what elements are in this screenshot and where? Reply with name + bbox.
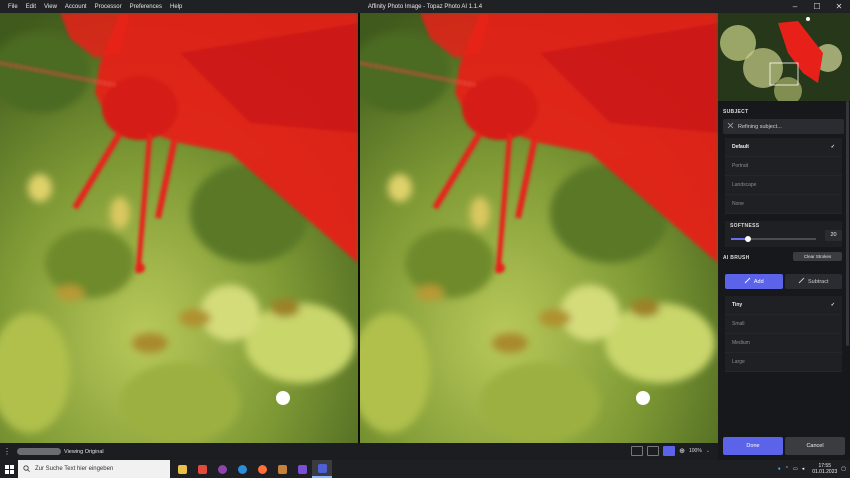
add-button[interactable]: Add: [725, 274, 783, 289]
panel-scrollbar[interactable]: [846, 101, 849, 346]
eraser-icon: [798, 277, 805, 286]
softness-value-input[interactable]: 20: [825, 230, 842, 241]
menu-edit[interactable]: Edit: [22, 4, 40, 10]
zoom-level[interactable]: 100%: [689, 448, 702, 454]
network-icon[interactable]: ▭: [793, 466, 798, 472]
app-icon-purple[interactable]: [212, 460, 232, 478]
original-photo: [0, 13, 358, 443]
window-controls: – ☐ ✕: [784, 0, 850, 13]
zoom-dropdown-icon[interactable]: ⌄: [706, 448, 710, 454]
menu-help[interactable]: Help: [166, 4, 186, 10]
search-placeholder: Zur Suche Text hier eingeben: [35, 466, 114, 472]
ai-brush-section-label: AI BRUSH: [723, 255, 750, 261]
brush-size-small[interactable]: Small: [725, 315, 842, 334]
taskbar-search[interactable]: Zur Suche Text hier eingeben: [18, 460, 170, 478]
system-tray: ● ⌃ ▭ ◂ 17:55 01.01.2023 ▢: [778, 460, 846, 478]
clear-strokes-button[interactable]: Clear Strokes: [793, 252, 842, 261]
edge-icon[interactable]: [232, 460, 252, 478]
store-icon[interactable]: [192, 460, 212, 478]
refining-text: Refining subject...: [738, 123, 782, 130]
windows-start-icon[interactable]: [0, 464, 18, 474]
topaz-photo-ai-icon[interactable]: [312, 460, 332, 478]
menu-view[interactable]: View: [40, 4, 61, 10]
pinned-apps: [172, 460, 332, 478]
softness-control: SOFTNESS 20: [725, 221, 842, 247]
viewing-label: Viewing Original: [64, 448, 104, 455]
subject-option-default[interactable]: Default ✓: [725, 138, 842, 157]
more-options-icon[interactable]: ⋮: [0, 447, 14, 456]
menu-account[interactable]: Account: [61, 4, 91, 10]
status-bar: ⋮ Viewing Original ⊕ 100% ⌄: [0, 443, 718, 460]
brush-icon: [744, 277, 751, 286]
done-button[interactable]: Done: [723, 437, 783, 455]
brush-size-large[interactable]: Large: [725, 353, 842, 372]
clock-date: 01.01.2023: [812, 469, 838, 475]
weather-icon[interactable]: ●: [778, 466, 781, 472]
single-view-icon[interactable]: [631, 446, 644, 456]
brush-size-options: Tiny ✓ Small Medium Large: [725, 296, 842, 372]
close-button[interactable]: ✕: [828, 0, 850, 13]
softness-label: SOFTNESS: [730, 223, 760, 229]
subtract-button[interactable]: Subtract: [784, 274, 842, 289]
check-icon: ✓: [830, 144, 835, 150]
processed-image-pane[interactable]: [360, 13, 718, 443]
original-image-pane[interactable]: [0, 13, 358, 443]
menu-processor[interactable]: Processor: [91, 4, 126, 10]
affinity-photo-icon[interactable]: [292, 460, 312, 478]
subject-options: Default ✓ Portrait Landscape None: [725, 138, 842, 214]
brush-size-tiny[interactable]: Tiny ✓: [725, 296, 842, 315]
notifications-icon[interactable]: ▢: [841, 466, 846, 472]
side-by-side-icon[interactable]: [647, 446, 660, 456]
minimize-button[interactable]: –: [784, 0, 806, 13]
brush-mode-toggle: Add Subtract: [725, 274, 842, 289]
check-icon: ✓: [830, 302, 835, 308]
refine-icon: [727, 122, 734, 131]
view-toggle-pill[interactable]: [17, 448, 61, 455]
app-icon-orange[interactable]: [272, 460, 292, 478]
subject-option-landscape[interactable]: Landscape: [725, 176, 842, 195]
softness-slider[interactable]: [731, 236, 816, 242]
menu-file[interactable]: File: [4, 4, 22, 10]
chevron-up-icon[interactable]: ⌃: [785, 466, 789, 472]
file-explorer-icon[interactable]: [172, 460, 192, 478]
search-icon: [23, 464, 30, 474]
cancel-button[interactable]: Cancel: [785, 437, 845, 455]
image-viewer[interactable]: [0, 13, 718, 443]
maximize-button[interactable]: ☐: [806, 0, 828, 13]
softness-slider-knob[interactable]: [745, 236, 751, 242]
windows-taskbar: Zur Suche Text hier eingeben ● ⌃ ▭ ◂ 17:…: [0, 460, 850, 478]
menu-preferences[interactable]: Preferences: [126, 4, 166, 10]
split-view-icon[interactable]: [663, 446, 676, 456]
menu-bar: File Edit View Account Processor Prefere…: [0, 4, 186, 10]
navigator-thumbnail[interactable]: [718, 13, 850, 101]
title-bar: File Edit View Account Processor Prefere…: [0, 0, 850, 13]
subject-option-none[interactable]: None: [725, 195, 842, 214]
refining-status: Refining subject...: [723, 119, 844, 134]
firefox-icon[interactable]: [252, 460, 272, 478]
subject-option-portrait[interactable]: Portrait: [725, 157, 842, 176]
volume-icon[interactable]: ◂: [802, 466, 805, 472]
processed-photo: [360, 13, 718, 443]
settings-panel: SUBJECT Refining subject... Default ✓ Po…: [718, 13, 850, 460]
clock[interactable]: 17:55 01.01.2023: [812, 463, 837, 476]
view-mode-tools: ⊕ 100% ⌄: [631, 446, 710, 456]
subject-section-label: SUBJECT: [723, 109, 749, 115]
zoom-icon[interactable]: ⊕: [679, 447, 685, 455]
brush-size-medium[interactable]: Medium: [725, 334, 842, 353]
